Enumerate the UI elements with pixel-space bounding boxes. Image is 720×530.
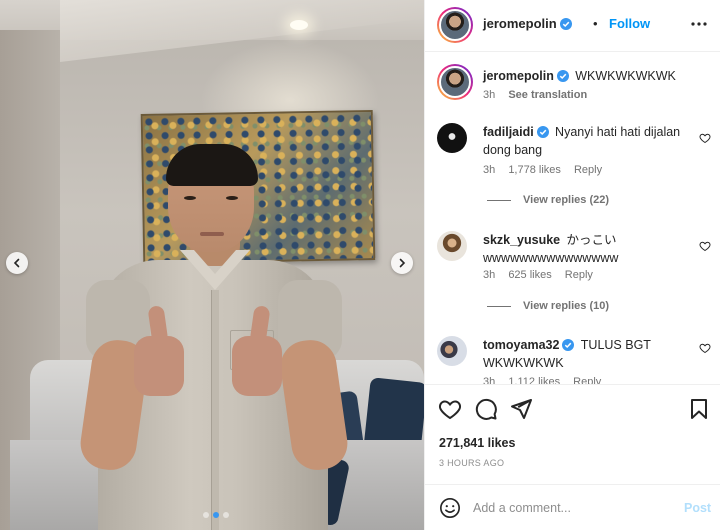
comment-username[interactable]: skzk_yusuke bbox=[483, 233, 560, 247]
post-side-panel: jeromepolin • Follow jeromepolin WKWKWKW… bbox=[424, 0, 720, 530]
view-replies-button[interactable]: View replies (22) bbox=[487, 194, 609, 206]
ceiling-spotlight bbox=[290, 20, 308, 30]
post-actions: 271,841 likes 3 HOURS AGO bbox=[425, 384, 720, 484]
comment-username[interactable]: tomoyama32 bbox=[483, 338, 559, 352]
chevron-right-icon bbox=[399, 258, 406, 268]
author-username[interactable]: jeromepolin bbox=[483, 16, 572, 31]
comment-text-cont: dong bang bbox=[483, 143, 543, 157]
caption-username[interactable]: jeromepolin bbox=[483, 69, 554, 83]
commenter-avatar[interactable] bbox=[437, 231, 467, 261]
heart-icon[interactable] bbox=[699, 240, 711, 252]
comment-body: skzk_yusuke かっこい wwwwwwwwwwwwwww bbox=[483, 231, 683, 267]
comment-likes[interactable]: 1,112 likes bbox=[508, 376, 560, 384]
comment-text-cont: WKWKWKWK bbox=[483, 356, 564, 370]
caption-author-avatar[interactable] bbox=[437, 64, 473, 100]
comment-item: skzk_yusuke かっこい wwwwwwwwwwwwwww 3h 625 … bbox=[425, 226, 720, 332]
verified-badge-icon bbox=[562, 339, 575, 351]
view-replies-button[interactable]: View replies (10) bbox=[487, 300, 609, 312]
heart-icon[interactable] bbox=[699, 342, 711, 354]
post-comment-button[interactable]: Post bbox=[684, 501, 711, 515]
comment-meta: 3h 1,778 likes Reply bbox=[483, 164, 612, 176]
more-options-icon[interactable] bbox=[689, 14, 709, 34]
comment-icon[interactable] bbox=[474, 397, 498, 421]
view-replies-label[interactable]: View replies (10) bbox=[523, 300, 609, 312]
divider-line bbox=[487, 199, 511, 201]
comment-meta: 3h 1,112 likes Reply bbox=[483, 376, 611, 384]
post-caption: jeromepolin WKWKWKWKWK 3h See translatio… bbox=[425, 52, 720, 112]
send-icon[interactable] bbox=[509, 397, 533, 421]
carousel-dot bbox=[223, 512, 229, 518]
view-replies-label[interactable]: View replies (22) bbox=[523, 194, 609, 206]
caption-text: WKWKWKWKWK bbox=[575, 69, 676, 83]
divider-line bbox=[487, 305, 511, 307]
add-comment-bar: Post bbox=[425, 484, 720, 530]
comment-input[interactable] bbox=[473, 497, 673, 519]
comment-item: fadiljaidi Nyanyi hati hati dijalan dong… bbox=[425, 118, 720, 224]
comment-username[interactable]: fadiljaidi bbox=[483, 125, 534, 139]
comment-body: tomoyama32 TULUS BGT WKWKWKWK bbox=[483, 336, 683, 372]
commenter-avatar[interactable] bbox=[437, 123, 467, 153]
emoji-icon[interactable] bbox=[439, 497, 461, 519]
caption-line: jeromepolin WKWKWKWKWK bbox=[483, 67, 676, 85]
like-count[interactable]: 271,841 likes bbox=[439, 436, 515, 450]
chevron-left-icon bbox=[13, 258, 20, 268]
comment-body: fadiljaidi Nyanyi hati hati dijalan dong… bbox=[483, 123, 683, 159]
author-username-text[interactable]: jeromepolin bbox=[483, 16, 557, 31]
eye bbox=[184, 196, 196, 200]
follow-button[interactable]: Follow bbox=[609, 16, 650, 31]
comment-likes[interactable]: 625 likes bbox=[508, 269, 551, 281]
verified-badge-icon bbox=[556, 70, 569, 82]
comment-text: Nyanyi hati hati dijalan bbox=[555, 125, 681, 139]
comment-time: 3h bbox=[483, 164, 496, 176]
fist-right bbox=[232, 336, 282, 396]
reply-button[interactable]: Reply bbox=[573, 376, 601, 384]
reply-button[interactable]: Reply bbox=[565, 269, 593, 281]
comment-text: かっこい bbox=[566, 233, 617, 247]
like-heart-icon[interactable] bbox=[438, 397, 462, 421]
post-image[interactable] bbox=[0, 0, 424, 530]
previous-image-button[interactable] bbox=[6, 252, 28, 274]
caption-meta: 3h See translation bbox=[483, 89, 597, 101]
comment-text-cont: wwwwwwwwwwwwwww bbox=[483, 251, 619, 265]
hair bbox=[166, 144, 258, 186]
mouth bbox=[200, 232, 224, 236]
separator-dot: • bbox=[593, 16, 598, 31]
shirt-placket bbox=[211, 290, 219, 530]
carousel-dot-active bbox=[213, 512, 219, 518]
person-thumbs-up bbox=[77, 140, 351, 530]
reply-button[interactable]: Reply bbox=[574, 164, 602, 176]
comment-text: TULUS BGT bbox=[580, 338, 651, 352]
commenter-avatar[interactable] bbox=[437, 336, 467, 366]
eye bbox=[226, 196, 238, 200]
comment-likes[interactable]: 1,778 likes bbox=[508, 164, 561, 176]
verified-badge-icon bbox=[536, 126, 549, 138]
comment-item: tomoyama32 TULUS BGT WKWKWKWK 3h 1,112 l… bbox=[425, 334, 720, 384]
fist-left bbox=[134, 336, 184, 396]
comment-time: 3h bbox=[483, 376, 496, 384]
comment-meta: 3h 625 likes Reply bbox=[483, 269, 603, 281]
heart-icon[interactable] bbox=[699, 132, 711, 144]
verified-badge-icon bbox=[559, 18, 572, 30]
author-avatar[interactable] bbox=[437, 7, 473, 43]
carousel-indicator bbox=[203, 512, 229, 518]
comments-list[interactable]: jeromepolin WKWKWKWKWK 3h See translatio… bbox=[425, 52, 720, 384]
caption-time: 3h bbox=[483, 89, 496, 101]
post-header: jeromepolin • Follow bbox=[425, 0, 720, 52]
next-image-button[interactable] bbox=[391, 252, 413, 274]
comment-time: 3h bbox=[483, 269, 496, 281]
carousel-dot bbox=[203, 512, 209, 518]
bookmark-icon[interactable] bbox=[687, 397, 711, 421]
see-translation-link[interactable]: See translation bbox=[508, 89, 587, 101]
post-timestamp[interactable]: 3 HOURS AGO bbox=[439, 458, 504, 468]
